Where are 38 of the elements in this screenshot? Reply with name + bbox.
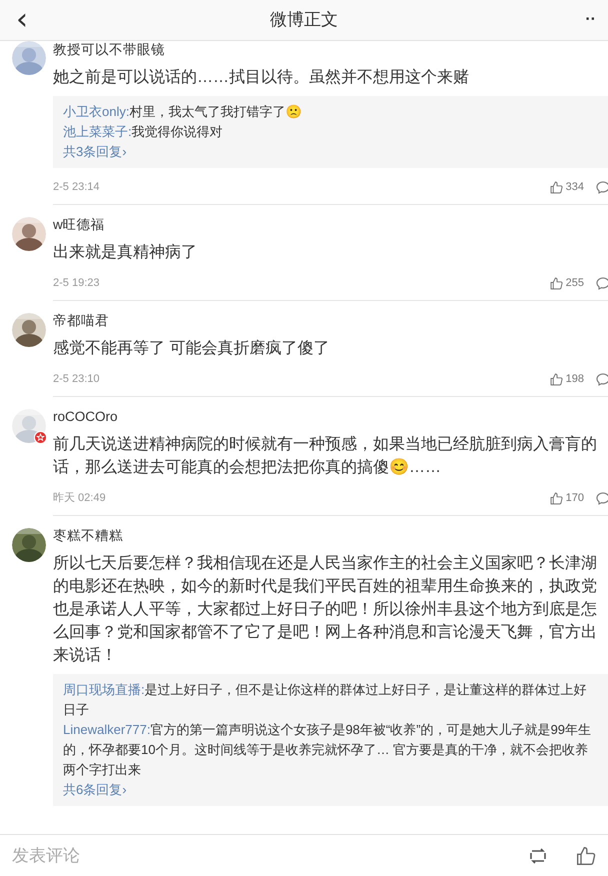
comment-input-field[interactable]: 发表评论	[12, 842, 528, 868]
thumbs-up-icon	[550, 372, 563, 386]
back-button[interactable]: ‹	[12, 5, 32, 35]
comment-icon[interactable]	[596, 492, 608, 504]
comment-time: 2-5 23:10	[53, 372, 100, 387]
user-name[interactable]: roCOCOro	[53, 408, 118, 426]
like-button[interactable]: 170	[550, 490, 584, 506]
user-name[interactable]: 枣糕不糟糕	[53, 527, 123, 545]
comment-icon[interactable]	[596, 276, 608, 290]
user-name[interactable]: w旺德福	[53, 216, 105, 234]
thumbs-up-icon	[550, 492, 563, 504]
user-name[interactable]: 教授可以不带眼镜	[53, 41, 165, 59]
comment-icon[interactable]	[596, 180, 608, 194]
user-name[interactable]: 帝都喵君	[53, 312, 109, 330]
reply-text: Linewalker777:官方的第一篇声明说这个女孩子是98年被“收养”的，可是她大儿子就是99年生的，怀孕都要10个月。这时间线等于是收养完就怀孕了… 官方要是真的干净，就不会把收养两个字打出来	[63, 721, 592, 779]
more-replies-link[interactable]: 共6条回复›	[63, 780, 127, 800]
like-button[interactable]: 334	[550, 178, 584, 196]
more-replies-link[interactable]: 共3条回复›	[63, 142, 127, 162]
thumbs-up-icon	[550, 276, 563, 290]
reply-text: 池上菜菜子:我觉得你说得对	[63, 123, 224, 141]
more-button[interactable]: ··	[576, 12, 596, 28]
like-icon[interactable]	[576, 846, 596, 866]
reply-text: 小卫衣only:村里，我太气了我打错字了🙁	[63, 103, 302, 121]
comment-time: 2-5 19:23	[53, 276, 100, 291]
like-button[interactable]: 255	[550, 274, 584, 292]
comment-text: 前几天说送进精神病院的时候就有一种预感，如果当地已经肮脏到病入膏肓的话，那么送进去可能真的会想把法把你真的搞傻😊……	[53, 434, 598, 478]
page-title: 微博正文	[270, 9, 338, 32]
comment-text: 出来就是真精神病了	[53, 242, 198, 263]
comment-text: 感觉不能再等了 可能会真折磨疯了傻了	[53, 338, 330, 359]
reply-text: 周口现场直播:是过上好日子，但不是让你这样的群体过上好日子，是让董这样的群体过上好日子	[63, 681, 588, 719]
repost-icon[interactable]	[528, 846, 548, 864]
comment-text: 所以七天后要怎样？我相信现在还是人民当家作主的社会主义国家吧？长津湖的电影还在热映，如今的新时代是我们平民百姓的祖辈用生命换来的，执政党也是承诺人人平等，大家都过上好日子的吧！所以徐州丰县这个地方到底是怎么回事？党和国家都管不了它了是吧！网上各种消息和言论漫天飞舞，官方出来说话！	[53, 554, 598, 666]
comment-text: 她之前是可以说话的……拭目以待。虽然并不想用这个来赌	[53, 68, 470, 88]
thumbs-up-icon	[550, 180, 563, 194]
comment-icon[interactable]	[596, 372, 608, 386]
comment-time: 2-5 23:14	[53, 180, 100, 195]
like-button[interactable]: 198	[550, 370, 584, 388]
comment-time: 昨天 02:49	[53, 490, 106, 506]
